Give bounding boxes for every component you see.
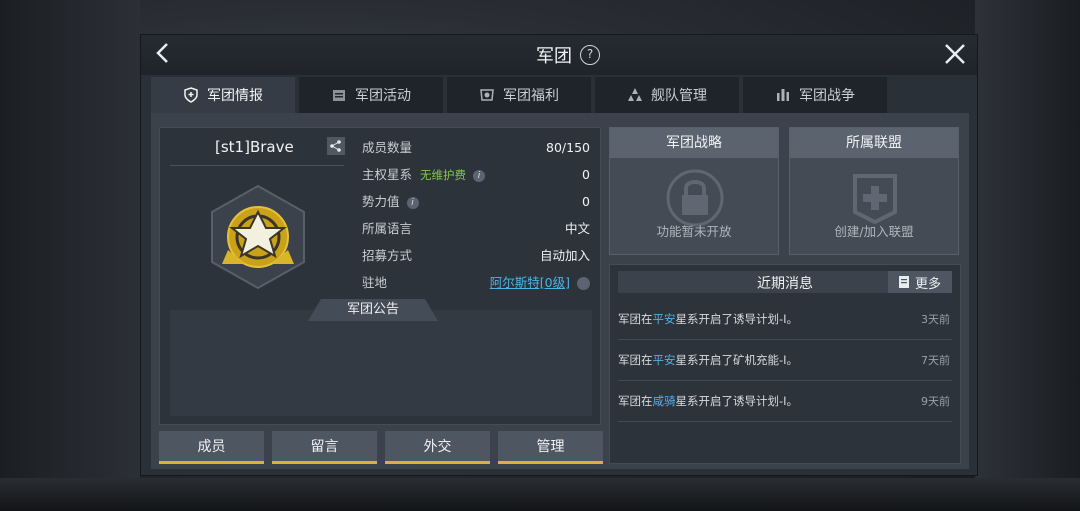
base-value-group: 阿尔斯特[0级] [490,273,590,293]
page-title: 军团 [536,46,572,67]
background-left [0,0,140,511]
news-time: 9天前 [921,395,950,408]
strategy-card[interactable]: 军团战略 功能暂未开放 [609,127,779,255]
power-value: 0 [582,194,590,209]
guild-info-list: 成员数量 80/150 主权星系 无维护费 i 0 势力值 i 0 所属语言 中… [362,138,590,300]
title-bar: 军团 ? [141,35,977,75]
tab-fleet-management[interactable]: 舰队管理 [595,77,739,113]
news-text: 军团在 [618,394,653,408]
close-icon [945,44,965,64]
recruit-value: 自动加入 [539,248,590,263]
news-text: 星系开启了诱导计划-I。 [675,394,799,408]
more-button[interactable]: 更多 [888,271,952,293]
base-label: 驻地 [362,275,388,290]
tab-label: 军团战争 [799,88,855,104]
background-right [975,0,1080,511]
tab-label: 军团情报 [207,88,263,104]
news-panel: 近期消息 更多 军团在平安星系开启了诱导计划-I。 3天前 军团在平安星系开启了… [609,264,961,464]
info-row-sovereign: 主权星系 无维护费 i 0 [362,165,590,192]
divider [170,165,344,166]
sovereign-note: 无维护费 [420,168,466,182]
action-button-row: 成员 留言 外交 管理 [159,431,603,464]
info-row-base: 驻地 阿尔斯特[0级] [362,273,590,300]
location-pin-icon[interactable] [577,277,590,290]
fleet-icon [628,88,642,101]
tab-legion-welfare[interactable]: 军团福利 [447,77,591,113]
news-text: 星系开启了诱导计划-I。 [675,312,799,326]
members-value: 80/150 [546,140,590,155]
info-icon[interactable]: i [472,169,485,182]
news-time: 3天前 [921,313,950,326]
guild-name: [st1]Brave [215,138,294,156]
document-icon [898,276,909,288]
tab-bar: 军团情报 军团活动 军团福利 舰队管理 军团战争 [151,77,887,113]
chevron-left-icon [156,43,168,63]
alliance-title: 所属联盟 [790,128,958,158]
info-row-power: 势力值 i 0 [362,192,590,219]
news-item: 军团在平安星系开启了诱导计划-I。 3天前 [618,299,952,340]
tab-legion-intel[interactable]: 军团情报 [151,77,295,113]
legion-info-panel: [st1]Brave 成员数量 80/150 主权星系 无维护费 i 0 势力值… [159,127,601,425]
background-bottom [0,478,1080,511]
more-label: 更多 [914,276,941,292]
news-list: 军团在平安星系开启了诱导计划-I。 3天前 军团在平安星系开启了矿机充能-I。 … [618,299,952,422]
sovereign-label: 主权星系 [362,167,413,182]
tab-label: 军团福利 [503,88,559,104]
recruit-label: 招募方式 [362,248,413,263]
calendar-icon [333,90,345,101]
tab-label: 舰队管理 [651,88,707,104]
share-button[interactable] [327,137,345,155]
news-header: 近期消息 更多 [618,271,952,293]
news-text: 军团在 [618,353,653,367]
notice-box [170,310,592,416]
power-label: 势力值 [362,194,400,209]
info-row-recruit: 招募方式 自动加入 [362,246,590,273]
news-system-link[interactable]: 咸骑 [653,394,676,408]
notice-label: 军团公告 [308,299,438,321]
news-system-link[interactable]: 平安 [653,312,676,326]
close-button[interactable] [941,40,969,68]
diplomacy-button[interactable]: 外交 [385,431,490,464]
messages-button[interactable]: 留言 [272,431,377,464]
news-text: 星系开启了矿机充能-I。 [675,353,799,367]
alliance-card[interactable]: 所属联盟 创建/加入联盟 [789,127,959,255]
shield-icon [184,87,198,103]
strategy-title: 军团战略 [610,128,778,158]
strategy-caption: 功能暂未开放 [656,224,732,239]
info-row-language: 所属语言 中文 [362,219,590,246]
language-label: 所属语言 [362,221,413,236]
news-system-link[interactable]: 平安 [653,353,676,367]
info-icon[interactable]: i [406,196,419,209]
base-link[interactable]: 阿尔斯特[0级] [490,275,570,290]
members-button[interactable]: 成员 [159,431,264,464]
alliance-add-icon [853,174,897,225]
news-time: 7天前 [921,354,950,367]
title-group: 军团 ? [536,42,600,68]
share-icon [330,140,341,152]
news-text: 军团在 [618,312,653,326]
tab-legion-war[interactable]: 军团战争 [743,77,887,113]
gift-icon [480,89,494,101]
language-value: 中文 [564,221,590,236]
guild-emblem-icon [211,184,305,290]
tab-label: 军团活动 [355,88,411,104]
tab-legion-activity[interactable]: 军团活动 [299,77,443,113]
war-icon [777,89,789,101]
lock-icon [666,169,724,227]
legion-window: 军团 ? 军团情报 军团活动 军团福利 舰队管理 军团战争 [st1]Brave… [140,34,978,476]
manage-button[interactable]: 管理 [498,431,603,464]
back-button[interactable] [149,41,177,69]
members-label: 成员数量 [362,140,413,155]
help-icon[interactable]: ? [580,45,600,65]
content-area: [st1]Brave 成员数量 80/150 主权星系 无维护费 i 0 势力值… [151,113,969,469]
info-row-members: 成员数量 80/150 [362,138,590,165]
sovereign-value: 0 [582,167,590,182]
news-item: 军团在咸骑星系开启了诱导计划-I。 9天前 [618,381,952,422]
news-item: 军团在平安星系开启了矿机充能-I。 7天前 [618,340,952,381]
alliance-caption: 创建/加入联盟 [834,224,914,239]
